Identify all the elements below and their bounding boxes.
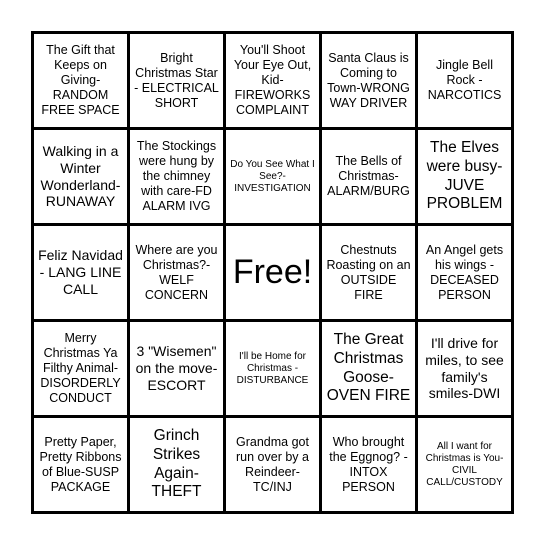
bingo-cell-r5-c2[interactable]: Grinch Strikes Again-THEFT	[130, 418, 223, 511]
bingo-free-space[interactable]: Free!	[226, 226, 319, 319]
bingo-cell-r4-c4[interactable]: The Great Christmas Goose-OVEN FIRE	[322, 322, 415, 415]
bingo-cell-r2-c2[interactable]: The Stockings were hung by the chimney w…	[130, 130, 223, 223]
bingo-cell-r1-c5[interactable]: Jingle Bell Rock - NARCOTICS	[418, 34, 511, 127]
bingo-cell-r1-c4[interactable]: Santa Claus is Coming to Town-WRONG WAY …	[322, 34, 415, 127]
bingo-cell-r2-c5[interactable]: The Elves were busy-JUVE PROBLEM	[418, 130, 511, 223]
bingo-cell-r3-c1[interactable]: Feliz Navidad - LANG LINE CALL	[34, 226, 127, 319]
bingo-cell-r1-c1[interactable]: The Gift that Keeps on Giving-RANDOM FRE…	[34, 34, 127, 127]
bingo-cell-r5-c5[interactable]: All I want for Christmas is You-CIVIL CA…	[418, 418, 511, 511]
bingo-cell-r4-c3[interactable]: I'll be Home for Christmas - DISTURBANCE	[226, 322, 319, 415]
bingo-cell-r3-c2[interactable]: Where are you Christmas?-WELF CONCERN	[130, 226, 223, 319]
bingo-cell-r4-c2[interactable]: 3 "Wisemen" on the move-ESCORT	[130, 322, 223, 415]
bingo-cell-r5-c1[interactable]: Pretty Paper, Pretty Ribbons of Blue-SUS…	[34, 418, 127, 511]
bingo-cell-r2-c1[interactable]: Walking in a Winter Wonderland-RUNAWAY	[34, 130, 127, 223]
bingo-cell-r3-c5[interactable]: An Angel gets his wings - DECEASED PERSO…	[418, 226, 511, 319]
bingo-cell-r2-c3[interactable]: Do You See What I See?-INVESTIGATION	[226, 130, 319, 223]
bingo-cell-r4-c1[interactable]: Merry Christmas Ya Filthy Animal-DISORDE…	[34, 322, 127, 415]
bingo-cell-r3-c4[interactable]: Chestnuts Roasting on an OUTSIDE FIRE	[322, 226, 415, 319]
bingo-cell-r1-c3[interactable]: You'll Shoot Your Eye Out, Kid-FIREWORKS…	[226, 34, 319, 127]
bingo-cell-r1-c2[interactable]: Bright Christmas Star - ELECTRICAL SHORT	[130, 34, 223, 127]
bingo-cell-r2-c4[interactable]: The Bells of Christmas-ALARM/BURG	[322, 130, 415, 223]
bingo-board: The Gift that Keeps on Giving-RANDOM FRE…	[31, 31, 514, 514]
bingo-cell-r5-c3[interactable]: Grandma got run over by a Reindeer-TC/IN…	[226, 418, 319, 511]
bingo-cell-r4-c5[interactable]: I'll drive for miles, to see family's sm…	[418, 322, 511, 415]
bingo-cell-r5-c4[interactable]: Who brought the Eggnog? -INTOX PERSON	[322, 418, 415, 511]
